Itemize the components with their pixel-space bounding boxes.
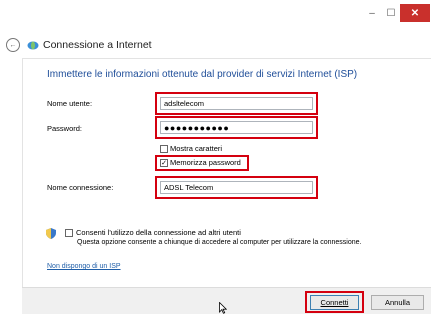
form-subtitle: Immettere le informazioni ottenute dal p… [47,69,358,80]
username-label: Nome utente: [47,99,93,108]
network-icon [27,41,39,49]
allow-others-label: Consenti l'utilizzo della connessione ad… [76,228,241,237]
show-characters-checkbox[interactable] [160,145,168,153]
no-isp-link[interactable]: Non dispongo di un ISP [47,263,121,270]
header: ← Connessione a Internet [6,36,152,54]
back-arrow-icon[interactable]: ← [6,38,20,52]
password-field[interactable]: ●●●●●●●●●●● [160,121,313,134]
remember-password-label: Memorizza password [170,158,241,167]
password-label: Password: [47,124,83,133]
remember-password-checkbox[interactable]: ✓ [160,159,168,167]
allow-others-checkbox[interactable] [65,229,73,237]
connection-name-field[interactable]: ADSL Telecom [160,181,313,194]
username-field[interactable]: adsltelecom [160,97,313,110]
username-field-highlight: adsltelecom [155,92,318,115]
close-button[interactable]: ✕ [400,4,430,22]
minimize-button[interactable]: – [362,4,382,22]
shield-icon [46,228,56,239]
connection-name-label: Nome connessione: [47,183,114,192]
mouse-pointer-icon [219,302,227,314]
connection-name-highlight: ADSL Telecom [155,176,318,199]
password-field-highlight: ●●●●●●●●●●● [155,116,318,139]
maximize-button[interactable]: ☐ [382,4,400,22]
show-characters-label: Mostra caratteri [170,144,223,153]
title-bar: – ☐ ✕ [0,0,431,34]
connect-button[interactable]: Connetti [310,295,359,310]
allow-others-description: Questa opzione consente a chiunque di ac… [77,239,362,246]
window-title: Connessione a Internet [43,39,152,51]
cancel-button[interactable]: Annulla [371,295,424,310]
